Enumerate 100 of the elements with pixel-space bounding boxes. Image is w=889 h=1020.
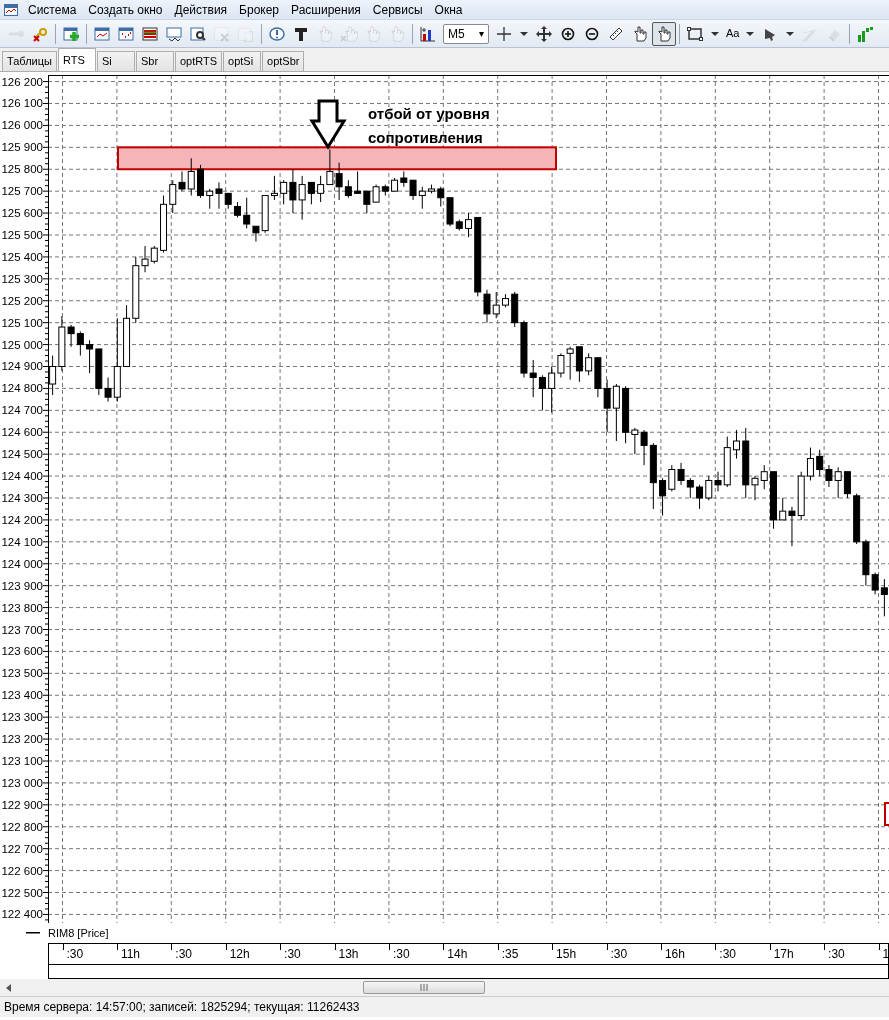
tab[interactable]: Таблицы [2, 51, 57, 71]
candlestick [548, 366, 556, 414]
menu-item[interactable]: Сервисы [366, 0, 429, 19]
font-button[interactable]: Aa [723, 21, 743, 46]
axis-label: 125 900 [1, 141, 43, 154]
tab[interactable]: Si [96, 51, 135, 71]
axis-label: 124 900 [1, 360, 43, 373]
tab[interactable]: RTS [57, 48, 96, 71]
candlestick [86, 339, 94, 374]
candlestick [492, 291, 500, 319]
axis-label: 122 400 [1, 908, 43, 921]
axis-label: 125 500 [1, 229, 43, 241]
axis-label: 122 700 [1, 842, 43, 855]
candlestick [538, 374, 546, 411]
axis-label: 125 200 [1, 294, 43, 307]
candlestick [825, 464, 833, 488]
candlestick [437, 186, 445, 207]
axis-label: 123 000 [1, 776, 43, 789]
price-marker [884, 802, 889, 826]
axis-label: 125 700 [1, 185, 43, 198]
axis-label: 123 100 [1, 755, 43, 767]
candlestick [104, 376, 112, 403]
candlestick [696, 484, 704, 510]
candlestick [705, 475, 713, 501]
candlestick [317, 175, 325, 203]
line-icon [26, 932, 40, 934]
axis-label: 123 700 [1, 623, 43, 636]
axis-label: 122 800 [1, 820, 43, 833]
candlestick [252, 225, 260, 243]
axis-label: 125 000 [1, 338, 43, 351]
candlestick [659, 477, 667, 517]
axis-label: 124 200 [1, 513, 43, 526]
candlestick [733, 429, 741, 460]
candlestick [141, 245, 149, 273]
timeframe-select[interactable]: M5 ▾ [443, 23, 489, 44]
candlestick [714, 471, 722, 492]
candlestick [465, 212, 472, 238]
candlestick [816, 449, 824, 477]
hand-icon[interactable] [652, 21, 676, 46]
axis-label: 126 200 [1, 75, 43, 88]
candlestick [483, 289, 491, 324]
status-bar: Время сервера: 14:57:00; записей: 1825294; текущая: 11262433 [0, 996, 889, 1017]
candlestick [280, 179, 288, 205]
scrollbar-thumb[interactable] [363, 981, 485, 994]
menu-item[interactable]: Брокер [233, 0, 286, 19]
axis-label: 122 500 [1, 886, 43, 899]
candlestick [307, 181, 315, 205]
candlestick [788, 506, 796, 547]
tab[interactable]: optSi [223, 51, 261, 71]
annotation-text: отбой от уровня сопротивления [368, 105, 490, 146]
candlestick [677, 462, 685, 486]
axis-label: 126 100 [1, 97, 43, 110]
candlestick [566, 346, 574, 381]
menu-item[interactable]: Расширения [285, 0, 367, 19]
candlestick [834, 466, 842, 499]
candlestick [418, 186, 426, 210]
candlestick [779, 497, 787, 521]
axis-label: 122 600 [1, 864, 43, 877]
arrow-icon [309, 99, 347, 150]
menu-item[interactable]: Действия [168, 0, 234, 19]
axis-label: 125 100 [1, 316, 43, 329]
axis-label: 123 200 [1, 733, 43, 746]
candlestick [585, 352, 593, 376]
axis-label: 122 900 [1, 798, 43, 811]
axis-label: 123 800 [1, 601, 43, 614]
candlestick [243, 197, 251, 229]
tab[interactable]: optRTS [174, 51, 222, 71]
candlestick [529, 359, 537, 398]
candlestick [215, 181, 223, 210]
axis-label: 124 600 [1, 426, 43, 439]
axis-label: 123 500 [1, 667, 43, 680]
candlestick [880, 578, 888, 617]
candlestick [409, 179, 417, 201]
axis-label: 124 700 [1, 404, 43, 417]
axis-label: 124 000 [1, 557, 43, 570]
candlestick [668, 464, 676, 492]
axis-label: 124 400 [1, 470, 43, 483]
menu-item[interactable]: Создать окно [82, 0, 169, 19]
candlestick [612, 383, 620, 442]
axis-label: 123 300 [1, 711, 43, 724]
candlestick [187, 157, 195, 197]
candlestick [751, 475, 759, 501]
candlestick [270, 175, 278, 201]
candlestick [686, 477, 694, 499]
candlestick [806, 447, 814, 481]
candlestick [169, 179, 177, 214]
axis-label: 124 100 [1, 535, 43, 548]
tab[interactable]: Sbr [135, 51, 174, 71]
axis-label: 123 600 [1, 645, 43, 658]
axis-label: 123 900 [1, 579, 43, 592]
axis-label: 124 800 [1, 382, 43, 395]
candlestick [178, 170, 186, 192]
axis-label: 124 500 [1, 448, 43, 461]
legend-label: RIM8 [Price] [48, 925, 109, 941]
candlestick [843, 471, 851, 499]
menu-item[interactable]: Система [22, 0, 83, 19]
tab[interactable]: optSbr [262, 51, 305, 71]
axis-label: 125 800 [1, 163, 43, 176]
menu-item[interactable]: Окна [428, 0, 469, 19]
candlestick [363, 190, 371, 214]
